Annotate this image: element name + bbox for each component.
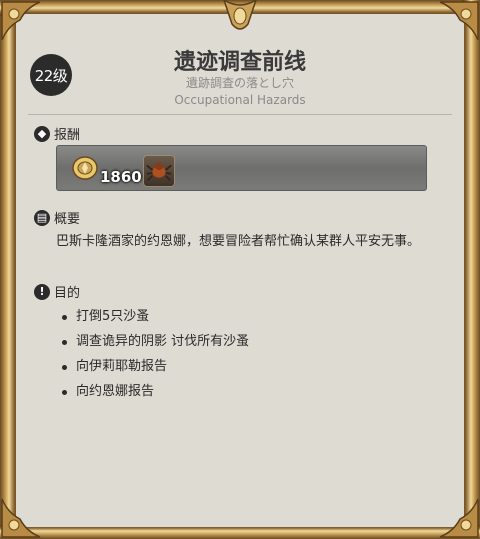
quest-title: 遗迹调查前线 [173,50,306,75]
ornament-corner-icon [0,0,44,44]
exclamation-icon: ! [34,283,50,300]
objective-item: 打倒5只沙蚤 [58,306,249,331]
ornament-corner-icon [0,495,44,539]
objective-item: 调查诡异的阴影 讨伐所有沙蚤 [58,331,249,356]
reward-icon: ◆ [34,125,50,142]
objective-item: 向伊莉耶勒报告 [58,356,249,381]
objectives-heading: ! 目的 [34,282,80,301]
summary-heading: ▤ 概要 [34,208,80,227]
rewards-heading-label: 报酬 [54,128,81,143]
gil-amount: 1860 [100,168,142,186]
quest-subtitle-japanese: 遺跡調査の落とし穴 [185,76,294,90]
quest-window-frame: 22级 遗迹调查前线 遺跡調査の落とし穴 Occupational Hazard… [0,0,480,539]
spider-item-icon[interactable] [143,155,175,187]
ornament-corner-icon [436,0,480,44]
ornament-corner-icon [436,495,480,539]
objective-item: 向约恩娜报告 [58,381,249,406]
crest-ornament-icon [218,0,262,36]
objectives-heading-label: 目的 [54,286,81,301]
quest-subtitle-english: Occupational Hazards [174,93,306,107]
rewards-bar: 1860 [56,145,427,191]
gil-coin-icon[interactable] [71,155,99,181]
frame-bottom-border [0,525,480,539]
quest-summary-text: 巴斯卡隆酒家的约恩娜，想要冒险者帮忙确认某群人平安无事。 [56,234,421,249]
header-divider [28,114,452,115]
rewards-heading: ◆ 报酬 [34,124,80,143]
objectives-list: 打倒5只沙蚤 调查诡异的阴影 讨伐所有沙蚤 向伊莉耶勒报告 向约恩娜报告 [58,306,249,406]
book-icon: ▤ [34,209,50,226]
summary-heading-label: 概要 [54,212,81,227]
